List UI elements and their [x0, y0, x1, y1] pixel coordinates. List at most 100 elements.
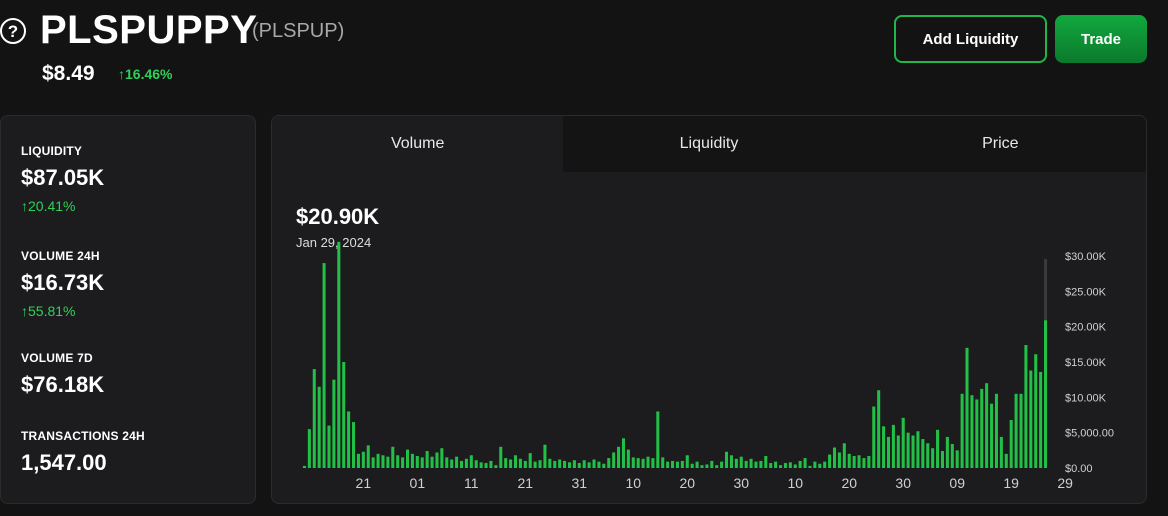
chart-bar[interactable] — [779, 465, 783, 468]
chart-bar[interactable] — [533, 461, 537, 468]
chart-bar[interactable] — [602, 463, 606, 468]
chart-bar[interactable] — [337, 241, 341, 468]
chart-bar[interactable] — [818, 463, 822, 468]
chart-bar[interactable] — [857, 455, 861, 468]
chart-bar[interactable] — [872, 406, 876, 468]
chart-bar[interactable] — [489, 460, 493, 468]
chart-bar[interactable] — [494, 465, 498, 468]
chart-bar[interactable] — [499, 446, 503, 468]
chart-bar[interactable] — [886, 436, 891, 468]
chart-bar[interactable] — [828, 454, 832, 468]
chart-bar[interactable] — [832, 447, 837, 468]
chart-bar[interactable] — [798, 460, 802, 468]
chart-bar[interactable] — [710, 460, 714, 468]
chart-bar[interactable] — [597, 461, 601, 468]
chart-bar[interactable] — [523, 460, 527, 468]
chart-bar[interactable] — [587, 462, 591, 468]
chart-bar[interactable] — [769, 463, 773, 468]
chart-bar[interactable] — [410, 453, 414, 468]
chart-bar[interactable] — [950, 443, 954, 468]
chart-bar[interactable] — [729, 455, 733, 468]
chart-bar[interactable] — [1019, 393, 1023, 468]
chart-bar[interactable] — [1014, 393, 1018, 468]
chart-bar[interactable] — [906, 432, 910, 468]
chart-bar[interactable] — [484, 463, 488, 468]
chart-bar[interactable] — [396, 455, 400, 468]
chart-bar[interactable] — [803, 458, 807, 468]
chart-bar[interactable] — [430, 456, 434, 468]
chart-bar[interactable] — [774, 461, 778, 468]
chart-bar[interactable] — [970, 395, 974, 468]
chart-bar[interactable] — [1004, 453, 1008, 468]
chart-bar[interactable] — [896, 435, 900, 468]
chart-bar[interactable] — [391, 446, 395, 468]
chart-bar[interactable] — [965, 347, 969, 468]
chart-bar[interactable] — [1009, 419, 1013, 468]
chart-bar[interactable] — [641, 458, 645, 468]
chart-bar[interactable] — [749, 458, 753, 468]
chart-bar[interactable] — [656, 411, 660, 468]
chart-bar[interactable] — [401, 457, 405, 468]
chart-bar[interactable] — [715, 465, 719, 468]
chart-bar[interactable] — [1024, 345, 1028, 468]
chart-bar[interactable] — [582, 460, 586, 468]
chart-bar[interactable] — [464, 458, 468, 468]
chart-bar[interactable] — [376, 453, 380, 468]
chart-bar[interactable] — [901, 417, 905, 468]
chart-bar[interactable] — [725, 451, 729, 468]
chart-bar[interactable] — [361, 451, 365, 468]
chart-bar[interactable] — [940, 451, 944, 468]
chart-bar[interactable] — [931, 448, 935, 468]
chart-bar[interactable] — [882, 426, 886, 468]
chart-bar[interactable] — [450, 459, 454, 468]
chart-bar[interactable] — [680, 460, 684, 468]
chart-bar[interactable] — [312, 369, 316, 468]
chart-bar[interactable] — [666, 461, 670, 468]
chart-bar[interactable] — [558, 459, 562, 468]
chart-bar[interactable] — [646, 456, 650, 468]
chart-bar[interactable] — [867, 455, 871, 468]
chart-bar[interactable] — [985, 383, 989, 468]
chart-bar[interactable] — [420, 457, 424, 468]
chart-bar[interactable] — [538, 460, 542, 468]
chart-bar[interactable] — [916, 431, 920, 468]
chart-bar[interactable] — [945, 436, 949, 468]
chart-bar[interactable] — [617, 446, 621, 468]
chart-bar[interactable] — [626, 449, 630, 468]
chart-bar[interactable] — [671, 460, 675, 468]
chart-bar[interactable] — [479, 462, 483, 468]
chart-bar[interactable] — [690, 463, 694, 468]
chart-bar[interactable] — [327, 425, 331, 468]
chart-bar[interactable] — [960, 393, 964, 468]
chart-bar[interactable] — [302, 465, 306, 468]
chart-bar[interactable] — [764, 455, 768, 468]
chart-bar[interactable] — [425, 451, 429, 468]
chart-bar[interactable] — [612, 452, 616, 468]
chart-bar[interactable] — [926, 443, 930, 468]
chart-bar[interactable] — [744, 460, 748, 468]
chart-bar[interactable] — [754, 461, 758, 468]
chart-bar[interactable] — [440, 448, 444, 468]
chart-bar[interactable] — [371, 457, 375, 468]
chart-bar[interactable] — [990, 403, 994, 468]
chart-bar[interactable] — [759, 460, 763, 468]
chart-bar[interactable] — [577, 463, 581, 468]
chart-bar[interactable] — [720, 461, 724, 468]
chart-bar[interactable] — [793, 464, 797, 468]
chart-bar[interactable] — [435, 452, 439, 468]
trade-button[interactable]: Trade — [1055, 15, 1147, 63]
chart-bar[interactable] — [955, 450, 959, 468]
chart-bar[interactable] — [356, 453, 360, 468]
chart-bar[interactable] — [975, 399, 979, 468]
chart-bar[interactable] — [999, 436, 1003, 468]
chart-bar[interactable] — [513, 455, 518, 468]
chart-bar[interactable] — [695, 461, 699, 468]
chart-bar[interactable] — [911, 435, 915, 468]
chart-bar[interactable] — [675, 461, 679, 468]
chart-bar[interactable] — [543, 444, 547, 468]
chart-bar[interactable] — [563, 460, 567, 468]
chart-bar[interactable] — [823, 461, 827, 468]
chart-bar[interactable] — [504, 458, 508, 468]
chart-bar[interactable] — [862, 458, 866, 468]
chart-bar[interactable] — [366, 445, 370, 468]
